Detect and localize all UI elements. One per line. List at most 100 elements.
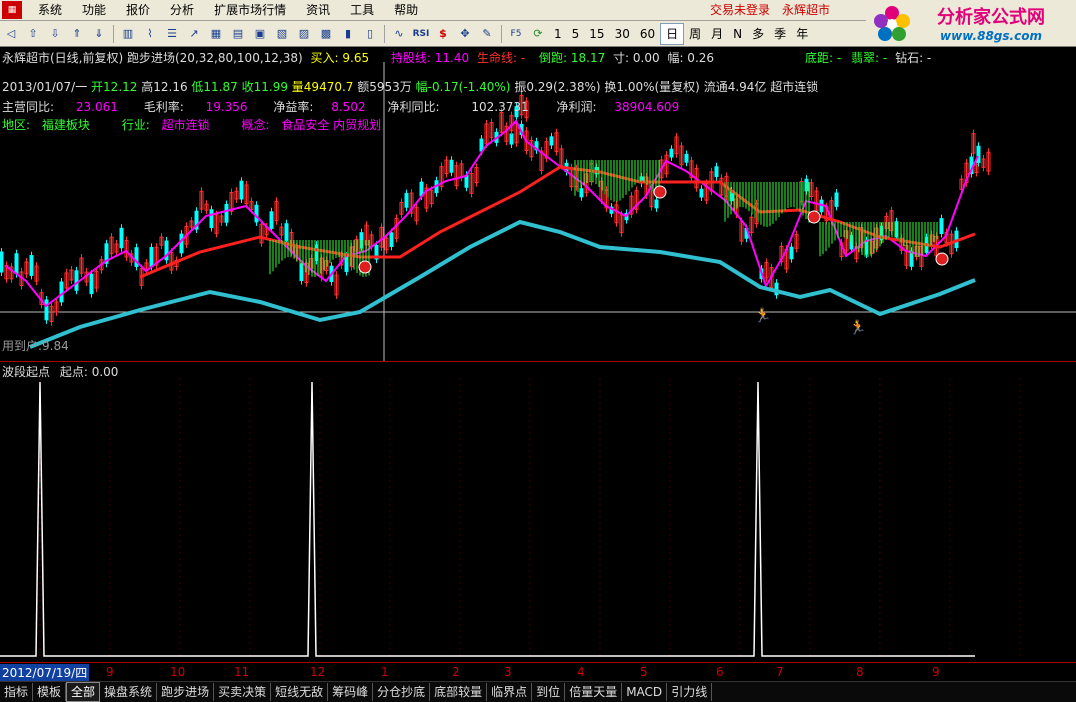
industry-label: 行业: xyxy=(121,118,150,132)
candle-body xyxy=(179,233,184,254)
quote-date: 2013/01/07/一 xyxy=(2,80,88,94)
report-list-icon[interactable]: ☰ xyxy=(163,25,181,43)
period-month[interactable]: 月 xyxy=(706,24,728,44)
candle-body xyxy=(119,227,124,249)
up-arrow-icon[interactable]: ⇧ xyxy=(24,25,42,43)
grid-icon[interactable]: ▦ xyxy=(207,25,225,43)
tab-all[interactable]: 全部 xyxy=(66,682,101,702)
trend-icon[interactable]: ↗ xyxy=(185,25,203,43)
wave-icon[interactable]: ∿ xyxy=(390,25,408,43)
back-arrow-icon[interactable]: ◁ xyxy=(2,25,20,43)
candle-body xyxy=(149,246,154,267)
tab-chip-peak[interactable]: 筹码峰 xyxy=(328,683,374,701)
quote-amount: 额5953万 xyxy=(357,80,412,94)
candle-body xyxy=(834,192,839,207)
tab-indicator[interactable]: 指标 xyxy=(0,683,34,701)
panel2-title: 波段起点 xyxy=(2,365,51,379)
f10-icon[interactable]: ▤ xyxy=(229,25,247,43)
page-down-icon[interactable]: ⇓ xyxy=(90,25,108,43)
net-rate-value: 8.502 xyxy=(331,100,366,114)
candle-body xyxy=(59,281,64,303)
dollar-icon[interactable]: $ xyxy=(434,25,452,43)
fiz-icon[interactable]: ▨ xyxy=(295,25,313,43)
columns-icon[interactable]: ▯ xyxy=(361,25,379,43)
axis-month-label: 8 xyxy=(856,665,864,679)
indicator-tab-bar: 指标 模板 全部 操盘系统 跑步进场 买卖决策 短线无敌 筹码峰 分仓抄底 底部… xyxy=(0,681,1076,702)
menu-function[interactable]: 功能 xyxy=(72,0,116,20)
period-multi[interactable]: 多 xyxy=(747,24,769,44)
tab-short-term[interactable]: 短线无敌 xyxy=(271,683,329,701)
period-year[interactable]: 年 xyxy=(791,24,813,44)
tab-template[interactable]: 模板 xyxy=(33,683,67,701)
net-profit-value: 38904.609 xyxy=(614,100,680,114)
brand-url[interactable]: www.88gs.com xyxy=(940,29,1042,43)
minute-chart-icon[interactable]: ⌇ xyxy=(141,25,159,43)
wave-start-indicator-chart[interactable] xyxy=(0,378,1076,662)
period-n[interactable]: N xyxy=(728,24,747,44)
time-axis: 2012/07/19/四 9 10 11 12 1 2 3 4 5 6 7 8 … xyxy=(0,662,1076,681)
menu-news[interactable]: 资讯 xyxy=(296,0,340,20)
signal-ball-icon xyxy=(653,185,667,199)
kline-icon[interactable]: ▥ xyxy=(119,25,137,43)
period-quarter[interactable]: 季 xyxy=(769,24,791,44)
candle-body xyxy=(449,159,454,173)
axis-month-label: 12 xyxy=(310,665,326,679)
move-icon[interactable]: ✥ xyxy=(456,25,474,43)
rsi-icon[interactable]: RSI xyxy=(412,25,430,43)
candle-body xyxy=(939,218,944,235)
brand-name: 分析家公式网 xyxy=(937,7,1045,28)
net-profit-label: 净利润: xyxy=(556,100,597,114)
finance-icon[interactable]: ▧ xyxy=(273,25,291,43)
axis-month-label: 4 xyxy=(577,665,585,679)
menu-analysis[interactable]: 分析 xyxy=(160,0,204,20)
period-week[interactable]: 周 xyxy=(684,24,706,44)
tab-in-place[interactable]: 到位 xyxy=(532,683,566,701)
tab-gravity-line[interactable]: 引力线 xyxy=(667,683,713,701)
axis-month-label: 3 xyxy=(504,665,512,679)
axis-month-label: 7 xyxy=(776,665,784,679)
axis-month-label: 6 xyxy=(716,665,724,679)
down-arrow-icon[interactable]: ⇩ xyxy=(46,25,64,43)
margin-label: 毛利率: xyxy=(143,100,184,114)
period-15[interactable]: 15 xyxy=(584,24,609,44)
notes-icon[interactable]: ▣ xyxy=(251,25,269,43)
current-stock-name: 永辉超市 xyxy=(781,3,830,17)
candle-body xyxy=(654,199,659,209)
quote-volume: 量49470.7 xyxy=(291,80,354,94)
panel2-value: 起点: 0.00 xyxy=(59,365,119,379)
f5-icon[interactable]: F5 xyxy=(507,25,525,43)
menu-tools[interactable]: 工具 xyxy=(340,0,384,20)
candle-body xyxy=(29,255,34,276)
candle-body xyxy=(254,204,259,223)
panel-divider xyxy=(0,361,1076,362)
concept-value: 食品安全 内贸规划 xyxy=(281,118,382,132)
fundamental-line: 主营同比: 23.061 毛利率: 19.356 净益率: 8.502 净利同比… xyxy=(2,98,679,115)
period-1[interactable]: 1 xyxy=(549,24,567,44)
quote-close: 收11.99 xyxy=(241,80,288,94)
period-60[interactable]: 60 xyxy=(635,24,660,44)
tab-critical-point[interactable]: 临界点 xyxy=(487,683,533,701)
page-up-icon[interactable]: ⇑ xyxy=(68,25,86,43)
bar-chart-icon[interactable]: ▮ xyxy=(339,25,357,43)
refresh-icon[interactable]: ⟳ xyxy=(529,25,547,43)
menu-help[interactable]: 帮助 xyxy=(384,0,428,20)
tab-bottom-fishing[interactable]: 分仓抄底 xyxy=(373,683,431,701)
candle-body xyxy=(479,138,484,152)
pencil-icon[interactable]: ✎ xyxy=(478,25,496,43)
tab-run-entry[interactable]: 跑步进场 xyxy=(157,683,215,701)
period-day[interactable]: 日 xyxy=(660,22,685,45)
menu-extended-market[interactable]: 扩展市场行情 xyxy=(204,0,296,20)
menu-quote[interactable]: 报价 xyxy=(116,0,160,20)
trade-login-status[interactable]: 交易未登录 xyxy=(704,0,776,20)
stats-icon[interactable]: ▩ xyxy=(317,25,335,43)
period-5[interactable]: 5 xyxy=(567,24,585,44)
tab-double-volume[interactable]: 倍量天量 xyxy=(565,683,623,701)
tab-macd[interactable]: MACD xyxy=(622,683,668,701)
axis-start-date: 2012/07/19/四 xyxy=(0,664,90,681)
tab-bottom-contest[interactable]: 底部较量 xyxy=(430,683,488,701)
candle-body xyxy=(269,211,274,229)
menu-system[interactable]: 系统 xyxy=(28,0,72,20)
tab-buy-sell[interactable]: 买卖决策 xyxy=(214,683,272,701)
tab-trading-system[interactable]: 操盘系统 xyxy=(100,683,158,701)
period-30[interactable]: 30 xyxy=(610,24,635,44)
